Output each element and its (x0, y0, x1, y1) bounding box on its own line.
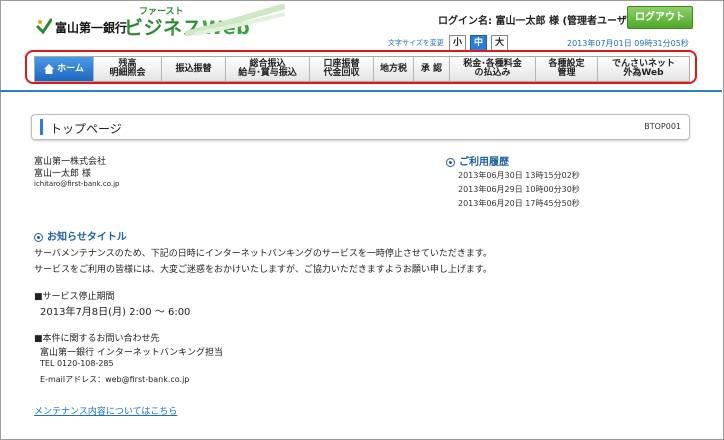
stop-period-heading: ■サービス停止期間 (34, 292, 115, 302)
current-datetime: 2013年07月01日 09時31分05秒 (567, 39, 689, 48)
history-entry: 2013年06月20日 17時45分50秒 (458, 199, 580, 208)
header-divider (0, 90, 722, 92)
stop-period: 2013年7月8日(月) 2:00 ～ 6:00 (40, 307, 191, 318)
history-heading-label: ご利用履歴 (459, 157, 509, 168)
user-name: 富山一太郎 様 (34, 169, 91, 179)
bank-name: 富山第一銀行 (55, 21, 128, 35)
notice-line-1: サーバメンテナンスのため、下記の日時にインターネットバンキングのサービスを一時停… (34, 249, 493, 259)
maintenance-link[interactable]: メンテナンス内容についてはこちら (34, 404, 177, 417)
bullet-icon (34, 232, 43, 242)
logo-swoosh-icon (185, 4, 285, 36)
bank-logo-icon (36, 18, 52, 34)
bullet-icon (446, 157, 455, 167)
login-name: ログイン名: 富山一太郎 様 (管理者ユーザ) (438, 16, 632, 27)
title-accent-bar (40, 119, 43, 135)
nav-highlight-outline (25, 50, 697, 84)
notice-heading-label: お知らせタイトル (47, 232, 127, 243)
page-title-box: トップページ BTOP001 (31, 114, 690, 140)
contact-tel: TEL 0120-108-285 (40, 359, 114, 368)
contact-heading: ■本件に関するお問い合わせ先 (34, 334, 160, 344)
notice-line-2: サービスをご利用の皆様には、大変ご迷惑をおかけいたしますが、ご協力いただきますよ… (34, 265, 492, 275)
user-email: ichitaro@first-bank.co.jp (34, 180, 120, 188)
contact-email: E-mailアドレス：web@first-bank.co.jp (40, 375, 190, 384)
history-entry: 2013年06月29日 10時00分30秒 (458, 185, 580, 194)
font-size-label: 文字サイズを変更 (388, 39, 444, 47)
page-title: トップページ (50, 122, 122, 136)
screen-id: BTOP001 (644, 122, 681, 131)
notice-heading: お知らせタイトル (34, 228, 127, 243)
history-heading: ご利用履歴 (446, 153, 509, 168)
logout-button[interactable]: ログアウト (627, 6, 693, 29)
history-entry: 2013年06月30日 13時15分02秒 (458, 171, 580, 180)
contact-name: 富山第一銀行 インターネットバンキング担当 (40, 348, 224, 358)
